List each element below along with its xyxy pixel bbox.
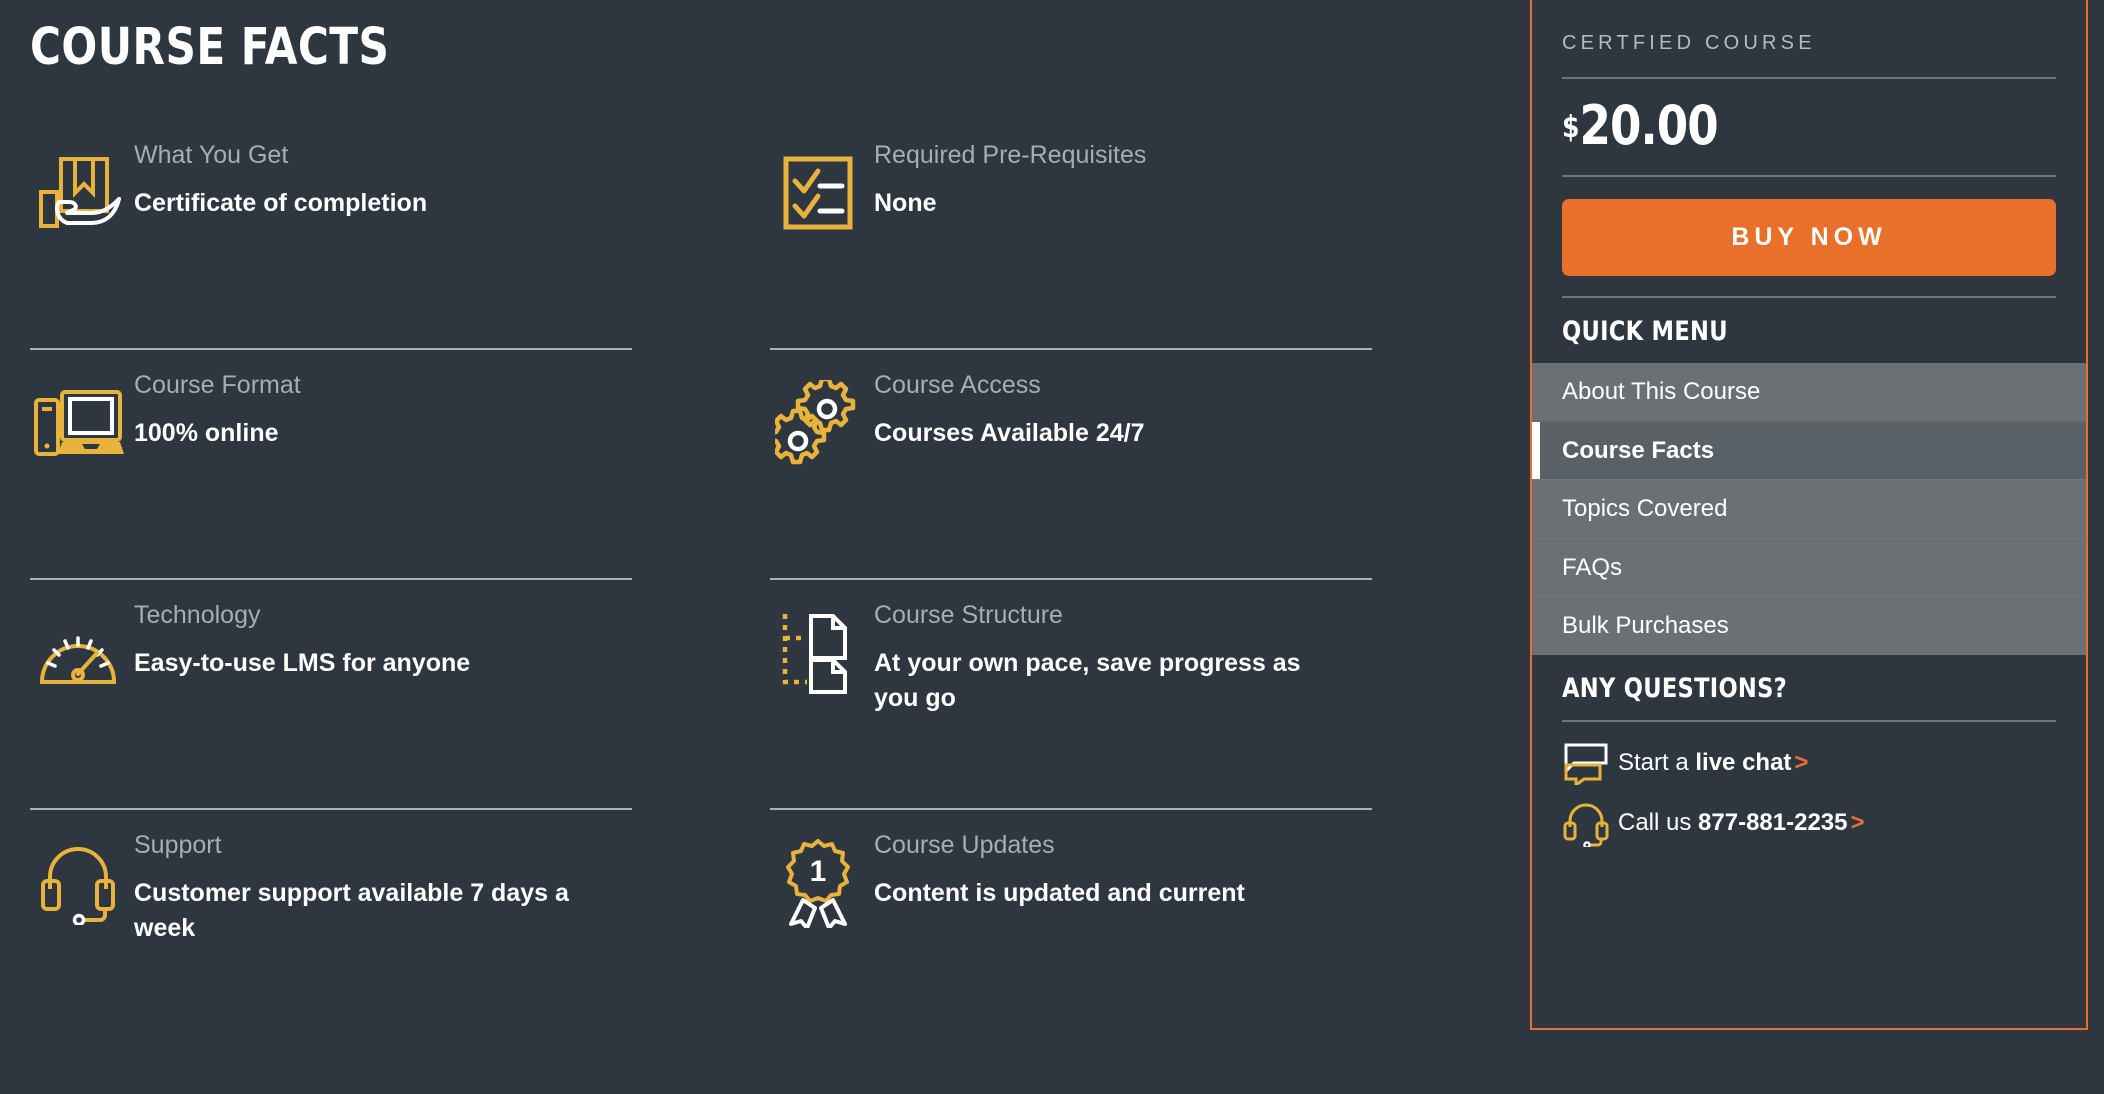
fact-label: Technology	[134, 602, 470, 630]
svg-text:1: 1	[810, 855, 827, 888]
fact-item-what-you-get: What You Get Certificate of completion	[30, 120, 730, 350]
fact-item-course-access: Course Access Courses Available 24/7	[770, 350, 1470, 580]
course-price: $ 20.00	[1562, 79, 2021, 175]
gears-icon	[770, 368, 866, 464]
call-us-prefix: Call us	[1618, 809, 1698, 836]
award-ribbon-icon: 1	[770, 828, 866, 924]
live-chat-link[interactable]: live chat	[1695, 749, 1791, 776]
headset-icon	[30, 828, 126, 924]
fact-label: Course Structure	[874, 602, 1344, 630]
fact-value: Courses Available 24/7	[874, 416, 1145, 452]
fact-value: Certificate of completion	[134, 186, 427, 222]
headset-support-icon	[1562, 800, 1618, 846]
chevron-right-icon: >	[1848, 809, 1865, 836]
page-title: COURSE FACTS	[30, 18, 389, 77]
certified-course-eyebrow: CERTFIED COURSE	[1562, 0, 2056, 77]
certificate-hand-icon	[30, 138, 126, 234]
fact-value: Customer support available 7 days a week	[134, 876, 604, 947]
call-us-row[interactable]: Call us 877-881-2235>	[1562, 800, 2056, 846]
quick-menu-item-faqs[interactable]: FAQs	[1532, 538, 2086, 597]
fact-label: Course Updates	[874, 832, 1245, 860]
fact-item-course-updates: 1 Course Updates Content is updated and …	[770, 810, 1470, 1020]
fact-value: Content is updated and current	[874, 876, 1245, 912]
devices-icon	[30, 368, 126, 464]
course-facts-page: COURSE FACTS What You Ge	[0, 0, 2104, 1094]
chevron-right-icon: >	[1791, 749, 1808, 776]
fact-label: Required Pre-Requisites	[874, 142, 1146, 170]
price-amount: 20.00	[1579, 99, 1717, 153]
quick-menu-item-about-this-course[interactable]: About This Course	[1532, 363, 2086, 421]
quick-menu-item-bulk-purchases[interactable]: Bulk Purchases	[1532, 596, 2086, 655]
fact-item-required-pre-requisites: Required Pre-Requisites None	[770, 120, 1470, 350]
fact-item-course-structure: Course Structure At your own pace, save …	[770, 580, 1470, 810]
fact-label: What You Get	[134, 142, 427, 170]
currency-symbol: $	[1562, 99, 1579, 143]
any-questions-heading: ANY QUESTIONS?	[1562, 655, 2021, 720]
call-us-text: Call us 877-881-2235>	[1618, 809, 1865, 837]
fact-item-technology: Technology Easy-to-use LMS for anyone	[30, 580, 730, 810]
fact-item-support: Support Customer support available 7 day…	[30, 810, 730, 1020]
fact-label: Course Format	[134, 372, 301, 400]
quick-menu-list: About This Course Course Facts Topics Co…	[1532, 363, 2086, 655]
speedometer-icon	[30, 598, 126, 694]
fact-value: 100% online	[134, 416, 301, 452]
chat-bubbles-icon	[1562, 740, 1618, 786]
course-purchase-sidebar: CERTFIED COURSE $ 20.00 BUY NOW QUICK ME…	[1530, 0, 2088, 1030]
buy-now-button[interactable]: BUY NOW	[1562, 199, 2056, 276]
quick-menu-heading: QUICK MENU	[1562, 298, 2021, 363]
live-chat-text: Start a live chat>	[1618, 749, 1808, 777]
fact-item-course-format: Course Format 100% online	[30, 350, 730, 580]
divider	[1562, 720, 2056, 722]
facts-grid: What You Get Certificate of completion	[30, 120, 1470, 1020]
fact-label: Support	[134, 832, 604, 860]
live-chat-prefix: Start a	[1618, 749, 1695, 776]
quick-menu-item-topics-covered[interactable]: Topics Covered	[1532, 479, 2086, 538]
divider	[1562, 175, 2056, 177]
fact-value: Easy-to-use LMS for anyone	[134, 646, 470, 682]
fact-value: At your own pace, save progress as you g…	[874, 646, 1344, 717]
documents-flow-icon	[770, 598, 866, 694]
quick-menu-item-course-facts[interactable]: Course Facts	[1532, 421, 2086, 480]
fact-value: None	[874, 186, 1146, 222]
phone-number-link[interactable]: 877-881-2235	[1698, 809, 1847, 836]
fact-label: Course Access	[874, 372, 1145, 400]
checklist-icon	[770, 138, 866, 234]
live-chat-row[interactable]: Start a live chat>	[1562, 740, 2056, 786]
main-content: COURSE FACTS What You Ge	[0, 0, 1500, 1094]
